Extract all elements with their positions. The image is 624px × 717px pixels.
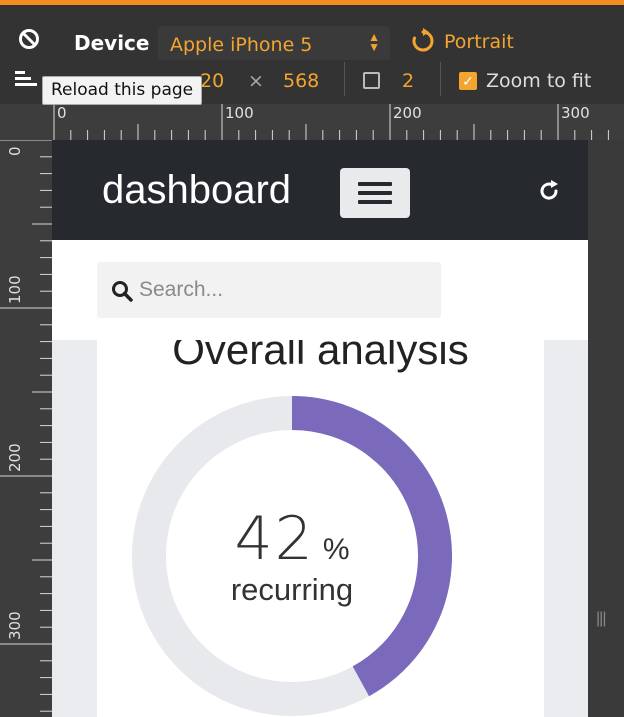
ruler-left-label: 300 — [6, 611, 24, 640]
resize-grip-icon[interactable]: ||| — [596, 610, 607, 628]
lines-icon[interactable] — [15, 70, 37, 88]
navbar: dashboard — [52, 140, 588, 240]
analysis-card: Overall analysis 42% recurring — [97, 340, 544, 717]
emulation-right-strip: ||| — [588, 140, 624, 717]
refresh-icon[interactable] — [536, 178, 562, 204]
search-icon — [112, 281, 133, 302]
percent-display: 42% — [132, 504, 452, 574]
zoom-label[interactable]: Zoom to fit — [486, 70, 591, 92]
percent-value: 42 — [234, 504, 315, 574]
dpr-value[interactable]: 2 — [402, 70, 414, 92]
search-input[interactable] — [139, 272, 429, 308]
device-label: Device — [74, 31, 150, 55]
ruler-top: 0 100 200 300 — [52, 104, 624, 140]
times-sign: × — [248, 70, 264, 92]
orientation-toggle[interactable]: Portrait — [444, 31, 514, 53]
height-value[interactable]: 568 — [283, 70, 319, 92]
toolbar-accent-line — [0, 0, 624, 5]
hamburger-icon[interactable] — [340, 168, 410, 218]
no-entry-icon[interactable] — [18, 28, 40, 50]
ruler-top-label: 0 — [57, 104, 67, 122]
search-box[interactable] — [97, 262, 441, 318]
ruler-top-label: 100 — [225, 104, 254, 122]
ruler-top-label: 200 — [393, 104, 422, 122]
ruler-left-label: 100 — [6, 275, 24, 304]
select-arrows-icon: ▲ ▼ — [368, 30, 380, 54]
donut-center: 42% recurring — [132, 396, 452, 716]
toolbar-divider — [344, 62, 345, 96]
search-area — [52, 240, 588, 340]
percent-sign: % — [322, 533, 350, 566]
reload-tooltip: Reload this page — [42, 76, 203, 105]
ruler-left: 0 100 200 300 — [0, 104, 52, 717]
brand[interactable]: dashboard — [102, 168, 291, 213]
toolbar-divider — [440, 62, 441, 96]
devtools-toolbar: Device Apple iPhone 5 ▲ ▼ Portrait 20 × 5… — [0, 0, 624, 110]
ruler-top-ticks — [53, 104, 609, 140]
device-select-value: Apple iPhone 5 — [170, 34, 313, 56]
device-select[interactable]: Apple iPhone 5 ▲ ▼ — [158, 26, 390, 60]
dimensions-row: 20 × 568 2 ✓ Zoom to fit Reload this pag… — [0, 58, 624, 105]
zoom-checkbox[interactable]: ✓ — [459, 72, 477, 90]
ruler-left-label: 0 — [6, 146, 24, 156]
ruler-left-label: 200 — [6, 443, 24, 472]
rotate-icon[interactable] — [410, 28, 436, 54]
card-title: Overall analysis — [172, 340, 469, 373]
ruler-top-label: 300 — [561, 104, 590, 122]
dpr-icon — [363, 72, 380, 89]
ruler-corner — [0, 104, 52, 140]
emulated-page: dashboard Overall analysis 42% — [52, 140, 588, 717]
percent-caption: recurring — [230, 572, 354, 607]
width-value[interactable]: 20 — [200, 70, 224, 92]
